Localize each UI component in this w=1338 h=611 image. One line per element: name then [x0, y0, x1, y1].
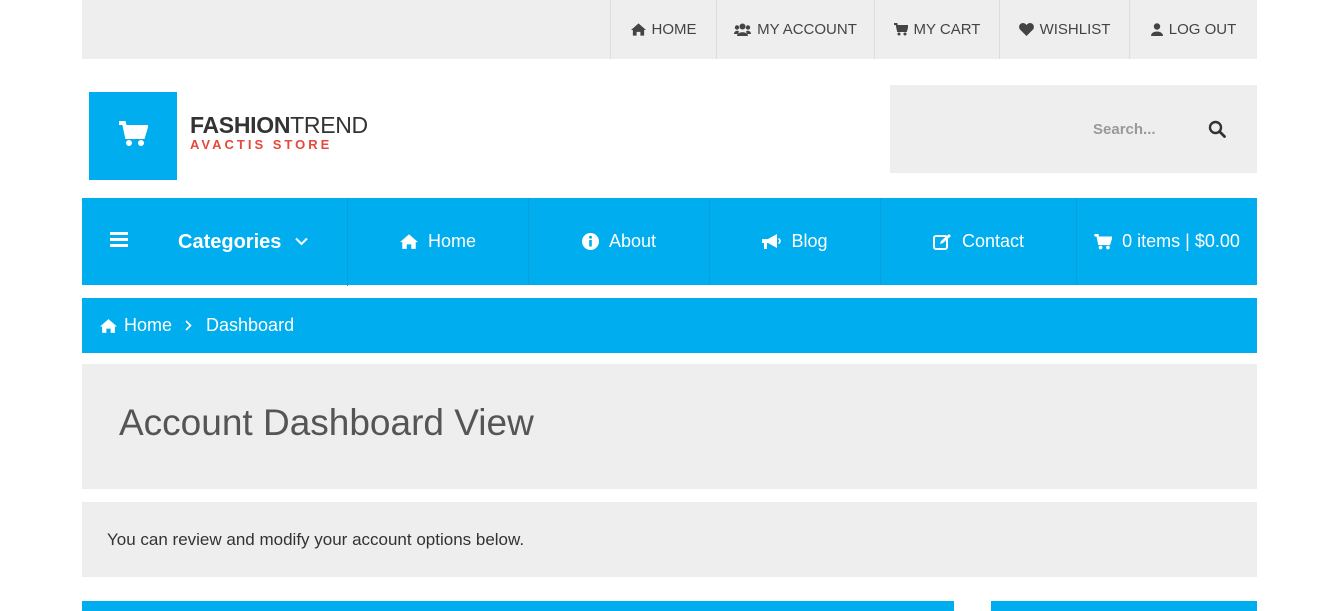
nav-label: 0 items | $0.00: [1122, 231, 1240, 251]
search-icon[interactable]: [1208, 120, 1230, 142]
top-link-my-account[interactable]: MY ACCOUNT: [716, 0, 874, 59]
heart-icon: [1018, 23, 1034, 36]
bullhorn-icon: [762, 233, 782, 250]
menu-icon: [110, 232, 128, 252]
top-link-label: WISHLIST: [1039, 21, 1111, 38]
nav-cart-summary[interactable]: 0 items | $0.00: [1077, 198, 1257, 285]
top-bar: HOME MY ACCOUNT MY CART WISHLIST LOG OUT: [82, 0, 1257, 59]
nav-label: Blog: [791, 231, 828, 251]
nav-label: Home: [427, 231, 476, 251]
home-icon: [630, 23, 646, 36]
search-input[interactable]: [890, 85, 1190, 173]
top-links: HOME MY ACCOUNT MY CART WISHLIST LOG OUT: [610, 0, 1257, 59]
categories-label: Categories: [178, 230, 282, 253]
brand-name[interactable]: FASHIONTREND AVACTIS STORE: [190, 112, 368, 152]
top-link-home[interactable]: HOME: [610, 0, 716, 59]
top-link-wishlist[interactable]: WISHLIST: [999, 0, 1129, 59]
top-link-label: MY CART: [913, 21, 981, 38]
nav-label: About: [608, 231, 657, 251]
top-link-log-out[interactable]: LOG OUT: [1129, 0, 1257, 59]
intro-panel: You can review and modify your account o…: [82, 502, 1257, 577]
user-icon: [1150, 23, 1163, 36]
brand-title: FASHIONTREND: [190, 112, 368, 138]
breadcrumb-home[interactable]: Home: [124, 315, 172, 336]
categories-menu[interactable]: Categories: [82, 198, 348, 286]
cart-icon: [893, 23, 908, 36]
logo[interactable]: [89, 92, 177, 180]
nav-contact[interactable]: Contact: [881, 198, 1077, 285]
cart-icon: [118, 120, 149, 152]
search-box: [890, 85, 1257, 173]
chevron-down-icon: [295, 233, 309, 251]
chevron-right-icon: [185, 320, 192, 331]
edit-icon: [932, 233, 952, 250]
top-link-label: MY ACCOUNT: [757, 21, 857, 38]
breadcrumb: Home Dashboard: [82, 298, 1257, 353]
page-title: Account Dashboard View: [119, 402, 534, 443]
nav-label: Contact: [961, 231, 1025, 251]
top-link-label: HOME: [651, 21, 697, 38]
home-icon: [100, 318, 117, 333]
content-panel-header: [82, 601, 954, 611]
breadcrumb-current: Dashboard: [206, 315, 295, 335]
nav-home[interactable]: Home: [348, 198, 529, 285]
sidebar-panel-header: [991, 601, 1257, 611]
main-nav: Categories Home About Blog Contact 0 ite…: [82, 198, 1257, 286]
top-link-label: LOG OUT: [1168, 21, 1237, 38]
top-link-my-cart[interactable]: MY CART: [874, 0, 999, 59]
nav-blog[interactable]: Blog: [710, 198, 881, 285]
home-icon: [399, 234, 418, 249]
intro-text: You can review and modify your account o…: [107, 530, 525, 549]
users-icon: [734, 23, 752, 36]
brand-tagline: AVACTIS STORE: [190, 137, 333, 152]
nav-about[interactable]: About: [529, 198, 710, 285]
cart-icon: [1094, 233, 1113, 250]
page-title-panel: Account Dashboard View: [82, 364, 1257, 489]
info-icon: [581, 233, 599, 250]
